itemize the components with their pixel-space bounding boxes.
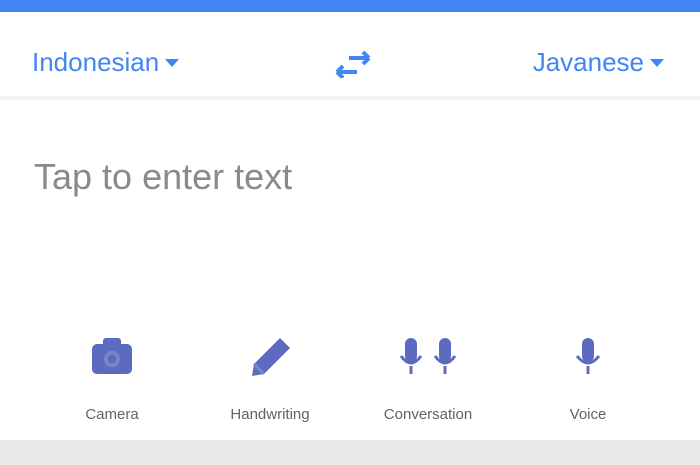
text-input-area[interactable]: Tap to enter text Camera Handwriting Con… [0, 104, 700, 440]
dual-mic-icon [399, 338, 457, 374]
pen-icon [252, 338, 290, 376]
translate-app: Indonesian Javanese Tap to enter text Ca… [0, 0, 700, 465]
camera-icon [92, 338, 132, 374]
handwriting-button[interactable]: Handwriting [200, 326, 340, 436]
voice-label: Voice [569, 406, 607, 423]
voice-button[interactable]: Voice [518, 326, 658, 436]
camera-button[interactable]: Camera [42, 326, 182, 436]
mic-icon [575, 338, 601, 374]
language-bar: Indonesian Javanese [0, 12, 700, 100]
input-tools: Camera Handwriting Conversation Voice [0, 326, 700, 436]
camera-label: Camera [85, 406, 139, 423]
source-language-selector[interactable]: Indonesian [32, 44, 180, 80]
target-language-selector[interactable]: Javanese [533, 44, 664, 80]
handwriting-label: Handwriting [230, 406, 310, 423]
app-top-bar [0, 0, 700, 12]
text-input-placeholder[interactable]: Tap to enter text [34, 156, 292, 198]
bottom-divider [0, 440, 700, 465]
source-language-label: Indonesian [32, 46, 160, 77]
source-dropdown-icon [165, 59, 180, 67]
conversation-label: Conversation [383, 406, 473, 423]
swap-languages-icon[interactable] [333, 50, 373, 78]
target-dropdown-icon [650, 59, 664, 67]
target-language-label: Javanese [532, 46, 644, 77]
conversation-button[interactable]: Conversation [358, 326, 498, 436]
